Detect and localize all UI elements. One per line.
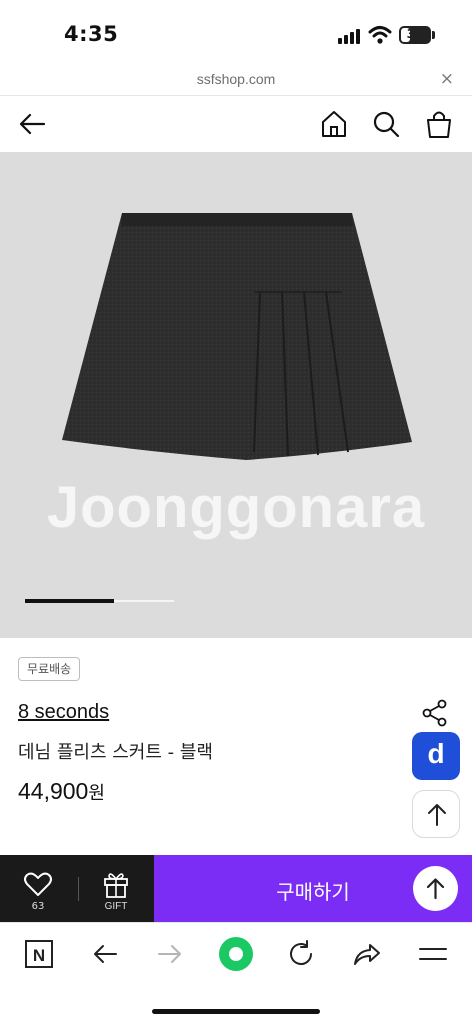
product-image-gallery[interactable]: Joonggonara <box>0 152 472 638</box>
status-bar: 4:35 33 <box>0 0 472 62</box>
home-indicator <box>152 1009 320 1014</box>
search-icon[interactable] <box>370 108 402 140</box>
battery-icon: 33 <box>399 26 431 44</box>
purchase-bar: 63 GIFT 구매하기 <box>0 855 472 922</box>
like-count: 63 <box>31 901 45 912</box>
like-gift-area: 63 GIFT <box>0 855 154 922</box>
url-bar[interactable]: ssfshop.com × <box>0 62 472 96</box>
price-currency: 원 <box>88 783 105 803</box>
refresh-icon[interactable] <box>285 938 317 970</box>
gift-label: GIFT <box>104 901 128 912</box>
battery-percentage: 33 <box>406 27 424 41</box>
share-icon[interactable] <box>420 698 450 728</box>
buy-button[interactable]: 구매하기 <box>154 855 472 922</box>
share-icon[interactable] <box>351 938 383 970</box>
scroll-top-button[interactable] <box>412 790 460 838</box>
expand-button[interactable] <box>413 866 458 911</box>
arrow-left-icon[interactable] <box>16 108 48 140</box>
product-name: 데님 플리츠 스커트 - 블랙 <box>18 742 213 763</box>
home-icon[interactable] <box>318 108 350 140</box>
url-text[interactable]: ssfshop.com <box>0 71 472 87</box>
wifi-icon <box>368 26 392 44</box>
gift-icon <box>104 873 128 898</box>
site-header <box>0 96 472 152</box>
status-time: 4:35 <box>64 22 119 46</box>
forward-icon[interactable] <box>154 938 186 970</box>
menu-icon[interactable] <box>417 938 449 970</box>
gallery-progress-fill <box>25 599 115 603</box>
brand-link[interactable]: 8 seconds <box>18 701 109 724</box>
watermark: Joonggonara <box>46 475 426 540</box>
browser-toolbar: N <box>0 922 472 984</box>
cellular-signal-icon <box>338 28 362 44</box>
free-shipping-badge: 무료배송 <box>18 657 81 681</box>
naver-n-icon[interactable]: N <box>23 938 55 970</box>
like-button[interactable]: 63 <box>14 869 62 915</box>
heart-icon <box>24 872 52 896</box>
d-app-button[interactable]: d <box>412 732 460 780</box>
price-value: 44,900 <box>18 778 89 804</box>
skirt-image <box>62 213 412 460</box>
gallery-progress <box>25 599 174 603</box>
naver-n-letter: N <box>33 946 45 965</box>
shopping-bag-icon[interactable] <box>423 108 455 140</box>
back-icon[interactable] <box>89 938 121 970</box>
arrow-up-icon <box>426 878 445 900</box>
green-dot-icon[interactable] <box>217 935 255 973</box>
close-icon[interactable]: × <box>440 69 454 89</box>
gift-button[interactable]: GIFT <box>92 869 140 915</box>
arrow-up-icon <box>428 804 446 826</box>
product-price: 44,900원 <box>18 778 105 805</box>
